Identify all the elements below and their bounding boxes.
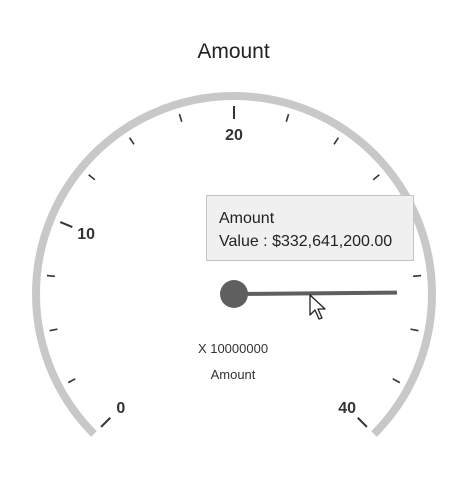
- minor-tick: [46, 274, 55, 278]
- value-tooltip: Amount Value : $332,641,200.00: [206, 195, 414, 261]
- scale-label: 0: [116, 400, 125, 417]
- tooltip-value: Value : $332,641,200.00: [219, 233, 393, 250]
- mouse-pointer-icon: [309, 294, 326, 320]
- minor-tick: [410, 328, 419, 332]
- minor-tick: [88, 174, 96, 181]
- minor-tick: [67, 378, 76, 384]
- minor-tick: [372, 174, 380, 181]
- gauge-scale-factor: X 10000000: [197, 341, 269, 356]
- minor-tick: [285, 113, 290, 122]
- scale-label: 40: [338, 400, 356, 417]
- major-tick: [357, 417, 368, 428]
- scale-label: 10: [77, 226, 95, 243]
- gauge-caption: Amount: [210, 367, 256, 382]
- needle-cap: [220, 280, 248, 308]
- minor-tick: [178, 113, 183, 122]
- major-tick: [100, 417, 111, 428]
- circular-gauge[interactable]: Amount 0 10 20 40 X 10000000 Amount Amount …: [0, 0, 467, 482]
- gauge-rim: [32, 92, 436, 437]
- scale-label: 20: [225, 127, 243, 144]
- tooltip-series-name: Amount: [219, 210, 275, 227]
- minor-tick: [333, 137, 340, 145]
- minor-tick: [413, 274, 422, 278]
- minor-tick: [128, 137, 135, 145]
- minor-tick: [392, 378, 401, 384]
- major-tick: [59, 221, 73, 228]
- minor-tick: [49, 328, 58, 332]
